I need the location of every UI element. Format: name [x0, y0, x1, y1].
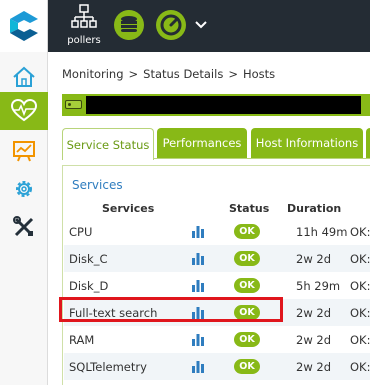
tab-overflow[interactable] [366, 128, 370, 158]
bar-chart-icon[interactable] [192, 360, 204, 373]
service-name[interactable]: Full-text search [69, 306, 157, 320]
breadcrumb-item-monitoring[interactable]: Monitoring [62, 67, 124, 81]
duration-value: 2w 2d [296, 333, 331, 347]
bar-chart-icon[interactable] [192, 333, 204, 346]
table-row[interactable]: Full-text search OK 2w 2d OK: [64, 299, 370, 326]
home-icon [13, 66, 35, 87]
duration-value: 2w 2d [296, 252, 331, 266]
tab-host-informations[interactable]: Host Informations [251, 128, 363, 158]
pollers-label: pollers [67, 35, 101, 46]
bar-chart-icon[interactable] [192, 279, 204, 292]
pollers-icon [71, 4, 97, 28]
status-badge: OK [234, 251, 260, 266]
sidebar-item-monitoring[interactable] [0, 92, 48, 130]
status-badge: OK [234, 332, 260, 347]
host-header-bar [62, 94, 370, 116]
output-text: OK: [350, 279, 370, 293]
table-row[interactable]: SQLTelemetry OK 2w 2d OK: [64, 353, 370, 380]
status-badge: OK [234, 305, 260, 320]
duration-value: 5h 29m [296, 279, 341, 293]
sidebar-item-administration[interactable] [0, 208, 48, 246]
output-text: OK: [350, 333, 370, 347]
duration-value: 11h 49m [296, 225, 348, 239]
top-bar: pollers [0, 0, 370, 52]
sidebar [0, 52, 48, 385]
breadcrumb-item-hosts[interactable]: Hosts [243, 67, 275, 81]
output-text: OK: [350, 225, 370, 239]
redacted-host-name [86, 96, 361, 114]
logo-icon [10, 11, 38, 41]
tools-icon [13, 216, 34, 237]
column-header-services[interactable]: Services [102, 202, 154, 215]
chart-board-icon [13, 141, 35, 162]
gauge-icon[interactable] [156, 10, 186, 40]
output-text: OK: [350, 306, 370, 320]
column-header-status[interactable]: Status [229, 202, 269, 215]
status-badge: OK [234, 224, 260, 239]
service-name[interactable]: CPU [69, 225, 92, 239]
bar-chart-icon[interactable] [192, 225, 204, 238]
tab-performances[interactable]: Performances [157, 128, 247, 158]
table-row[interactable]: Disk_C OK 2w 2d OK: [64, 245, 370, 272]
service-name[interactable]: Disk_C [69, 252, 107, 266]
service-name[interactable]: SQLTelemetry [69, 360, 147, 374]
pollers-button[interactable]: pollers [64, 4, 102, 48]
gear-icon [16, 181, 32, 197]
table-row[interactable]: RAM OK 2w 2d OK: [64, 326, 370, 353]
sidebar-item-reporting[interactable] [0, 132, 48, 170]
tab-service-status[interactable]: Service Status [62, 128, 154, 160]
service-name[interactable]: RAM [69, 333, 94, 347]
table-row[interactable]: CPU OK 11h 49m OK: [64, 218, 370, 245]
status-badge: OK [234, 278, 260, 293]
table-row[interactable]: Disk_D OK 5h 29m OK: [64, 272, 370, 299]
host-tag-icon [65, 100, 82, 109]
bar-chart-icon[interactable] [192, 252, 204, 265]
database-icon[interactable] [114, 10, 144, 40]
panel-title: Services [72, 178, 123, 192]
services-panel: Services Services Status Duration CPU OK… [62, 165, 370, 385]
status-badge: OK [234, 359, 260, 374]
output-text: OK: [350, 360, 370, 374]
breadcrumb-separator: > [128, 67, 139, 81]
sidebar-item-home[interactable] [0, 58, 48, 96]
bar-chart-icon[interactable] [192, 306, 204, 319]
heartbeat-icon [10, 99, 38, 122]
chevron-down-icon[interactable] [194, 19, 208, 31]
service-name[interactable]: Disk_D [69, 279, 108, 293]
tab-underline [154, 158, 370, 159]
duration-value: 2w 2d [296, 306, 331, 320]
breadcrumb-separator: > [228, 67, 238, 81]
sidebar-item-configuration[interactable] [0, 170, 48, 208]
centreon-logo[interactable] [0, 0, 48, 52]
column-header-duration[interactable]: Duration [287, 202, 341, 215]
breadcrumb-item-status-details[interactable]: Status Details [143, 67, 223, 81]
duration-value: 2w 2d [296, 360, 331, 374]
breadcrumb: Monitoring > Status Details > Hosts [62, 67, 275, 81]
output-text: OK: [350, 252, 370, 266]
